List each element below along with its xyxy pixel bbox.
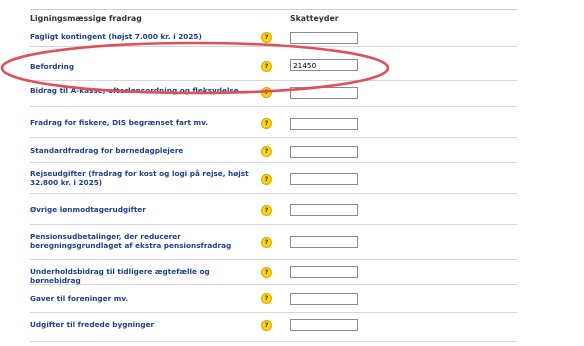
deduction-link-rejseudgifter[interactable]: Rejseudgifter (fradrag for kost og logi … (30, 169, 262, 187)
help-icon[interactable]: ? (261, 32, 272, 43)
table-row: Fagligt kontingent (højst 7.000 kr. i 20… (30, 26, 517, 47)
deduction-link-oevrige-loenmodtagerudgifter[interactable]: Øvrige lønmodtagerudgifter (30, 205, 262, 214)
deduction-link-befordring[interactable]: Befordring (30, 62, 262, 71)
help-icon[interactable]: ? (261, 237, 272, 248)
amount-field-fredede-bygninger[interactable] (290, 319, 358, 331)
amount-field-boernedagplejere[interactable] (290, 146, 358, 158)
amount-field-a-kasse[interactable] (290, 87, 358, 99)
amount-field-fiskere[interactable] (290, 118, 358, 130)
deduction-link-boernedagplejere[interactable]: Standardfradrag for børnedagplejere (30, 146, 262, 155)
help-icon[interactable]: ? (261, 174, 272, 185)
table-row: Fradrag for fiskere, DIS begrænset fart … (30, 107, 517, 138)
help-icon[interactable]: ? (261, 61, 272, 72)
help-icon[interactable]: ? (261, 118, 272, 129)
amount-field-rejseudgifter[interactable] (290, 173, 358, 185)
deduction-link-underholdsbidrag[interactable]: Underholdsbidrag til tidligere ægtefælle… (30, 267, 262, 285)
amount-field-oevrige-loenmodtagerudgifter[interactable] (290, 204, 358, 216)
table-row: Standardfradrag for børnedagplejere ? (30, 138, 517, 163)
amount-field-underholdsbidrag[interactable] (290, 266, 358, 278)
deduction-link-pensionsudbetalinger[interactable]: Pensionsudbetalinger, der reducerer bere… (30, 232, 262, 250)
table-row: Rejseudgifter (fradrag for kost og logi … (30, 163, 517, 194)
table-row: Øvrige lønmodtagerudgifter ? (30, 194, 517, 225)
deduction-link-a-kasse[interactable]: Bidrag til A-kasse, efterlønsordning og … (30, 86, 262, 95)
help-icon[interactable]: ? (261, 320, 272, 331)
help-icon[interactable]: ? (261, 293, 272, 304)
table-top-divider (30, 9, 517, 10)
help-icon[interactable]: ? (261, 205, 272, 216)
help-icon[interactable]: ? (261, 267, 272, 278)
deduction-link-fiskere[interactable]: Fradrag for fiskere, DIS begrænset fart … (30, 118, 262, 127)
deduction-link-fredede-bygninger[interactable]: Udgifter til fredede bygninger (30, 320, 262, 329)
table-row: Underholdsbidrag til tidligere ægtefælle… (30, 260, 517, 285)
table-row: Udgifter til fredede bygninger ? (30, 313, 517, 342)
table-row: Gaver til foreninger mv. ? (30, 285, 517, 313)
table-row: Pensionsudbetalinger, der reducerer bere… (30, 225, 517, 260)
deduction-link-fagligt-kontingent[interactable]: Fagligt kontingent (højst 7.000 kr. i 20… (30, 32, 262, 41)
table-row: Befordring ? (30, 47, 517, 81)
help-icon[interactable]: ? (261, 87, 272, 98)
amount-field-befordring[interactable] (290, 59, 358, 71)
table-row: Bidrag til A-kasse, efterlønsordning og … (30, 81, 517, 107)
amount-field-fagligt-kontingent[interactable] (290, 32, 358, 44)
help-icon[interactable]: ? (261, 146, 272, 157)
column-header-taxpayer: Skatteyder (290, 14, 339, 23)
deduction-link-gaver[interactable]: Gaver til foreninger mv. (30, 294, 262, 303)
amount-field-gaver[interactable] (290, 293, 358, 305)
amount-field-pensionsudbetalinger[interactable] (290, 236, 358, 248)
column-header-deductions: Ligningsmæssige fradrag (30, 14, 142, 23)
